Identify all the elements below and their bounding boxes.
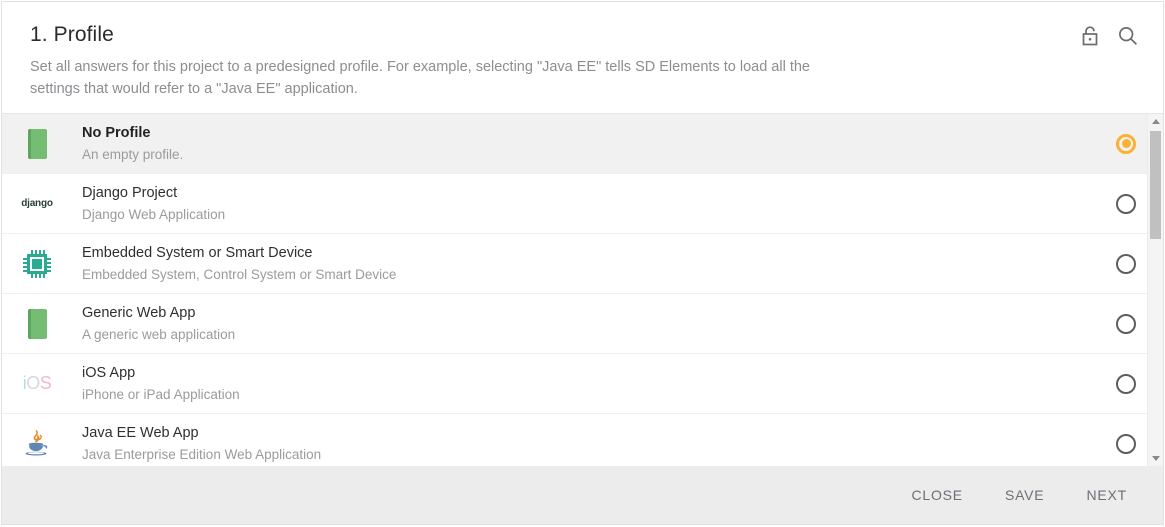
radio-button[interactable]: [1116, 254, 1136, 274]
list-item-title: Embedded System or Smart Device: [82, 243, 1089, 263]
radio-button[interactable]: [1116, 434, 1136, 454]
green-book-icon: [2, 129, 64, 159]
green-book-icon: [2, 309, 64, 339]
list-item[interactable]: No Profile An empty profile.: [2, 114, 1163, 174]
microchip-icon: [2, 249, 64, 279]
list-item-text: Embedded System or Smart Device Embedded…: [64, 243, 1089, 284]
list-item-title: Generic Web App: [82, 303, 1089, 323]
list-item-subtitle: An empty profile.: [82, 146, 1089, 164]
list-item[interactable]: iOS iOS App iPhone or iPad Application: [2, 354, 1163, 414]
list-item[interactable]: django Django Project Django Web Applica…: [2, 174, 1163, 234]
lock-icon[interactable]: [1077, 23, 1103, 49]
list-item-subtitle: Java Enterprise Edition Web Application: [82, 446, 1089, 464]
dialog-footer: CLOSE SAVE NEXT: [2, 466, 1163, 524]
list-item-text: Django Project Django Web Application: [64, 183, 1089, 224]
list-item-title: Django Project: [82, 183, 1089, 203]
profile-list-container: No Profile An empty profile. django Djan…: [2, 114, 1163, 466]
radio-button[interactable]: [1116, 194, 1136, 214]
java-icon: [2, 429, 64, 459]
close-button[interactable]: CLOSE: [897, 477, 976, 513]
radio-button[interactable]: [1116, 374, 1136, 394]
list-item-subtitle: Django Web Application: [82, 206, 1089, 224]
list-item-subtitle: Embedded System, Control System or Smart…: [82, 266, 1089, 284]
header-actions: [1077, 23, 1141, 49]
list-item[interactable]: Generic Web App A generic web applicatio…: [2, 294, 1163, 354]
django-icon: django: [2, 198, 64, 209]
search-icon[interactable]: [1115, 23, 1141, 49]
scroll-up-arrow-icon[interactable]: [1148, 114, 1163, 129]
next-button[interactable]: NEXT: [1072, 477, 1141, 513]
profile-dialog: 1. Profile Set all answers for this proj…: [1, 1, 1164, 525]
scrollbar-track[interactable]: [1148, 129, 1163, 451]
save-button[interactable]: SAVE: [991, 477, 1059, 513]
scroll-down-arrow-icon[interactable]: [1148, 451, 1163, 466]
list-item-subtitle: A generic web application: [82, 326, 1089, 344]
page-description: Set all answers for this project to a pr…: [30, 56, 820, 100]
list-item-text: No Profile An empty profile.: [64, 123, 1089, 164]
radio-button[interactable]: [1116, 314, 1136, 334]
list-item[interactable]: Embedded System or Smart Device Embedded…: [2, 234, 1163, 294]
ios-icon: iOS: [2, 373, 64, 394]
django-icon-label: django: [21, 198, 53, 209]
dialog-header: 1. Profile Set all answers for this proj…: [2, 2, 1163, 114]
profile-list[interactable]: No Profile An empty profile. django Djan…: [2, 114, 1163, 466]
list-item-text: Generic Web App A generic web applicatio…: [64, 303, 1089, 344]
list-item-subtitle: iPhone or iPad Application: [82, 386, 1089, 404]
radio-button-selected[interactable]: [1116, 134, 1136, 154]
page-title: 1. Profile: [30, 22, 1135, 48]
list-item[interactable]: Java EE Web App Java Enterprise Edition …: [2, 414, 1163, 466]
list-item-title: iOS App: [82, 363, 1089, 383]
scrollbar-thumb[interactable]: [1150, 131, 1161, 239]
list-item-text: Java EE Web App Java Enterprise Edition …: [64, 423, 1089, 464]
list-item-title: Java EE Web App: [82, 423, 1089, 443]
list-item-text: iOS App iPhone or iPad Application: [64, 363, 1089, 404]
list-scrollbar[interactable]: [1147, 114, 1163, 466]
list-item-title: No Profile: [82, 123, 1089, 143]
ios-icon-label: iOS: [23, 373, 52, 394]
